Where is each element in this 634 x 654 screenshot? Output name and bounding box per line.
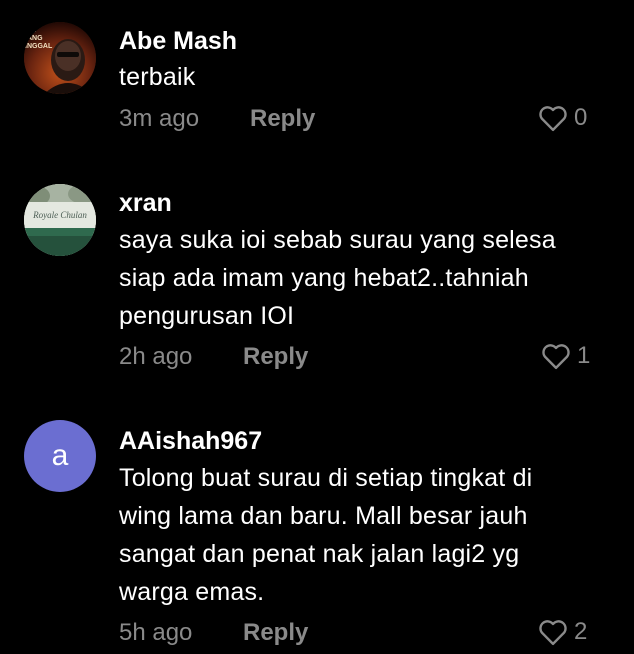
like-count: 0: [574, 104, 588, 131]
avatar[interactable]: a: [24, 420, 96, 492]
avatar-text: YA: [27, 27, 36, 34]
comment-line: saya suka ioi sebab surau yang selesa: [119, 226, 556, 254]
comment-time: 2h ago: [119, 343, 193, 370]
like-button[interactable]: 2: [538, 618, 587, 646]
reply-button[interactable]: Reply: [243, 619, 308, 647]
comment-line: terbaik: [119, 63, 196, 91]
like-count: 1: [577, 342, 591, 369]
username[interactable]: xran: [119, 189, 172, 218]
username[interactable]: AAishah967: [119, 427, 262, 456]
comment-line: Tolong buat surau di setiap tingkat di: [119, 464, 533, 492]
heart-outline-icon: [539, 106, 567, 132]
avatar-image: YA ANG INGGAL: [24, 22, 96, 94]
avatar-text: ANG: [27, 35, 43, 42]
comment-text: terbaik: [119, 58, 589, 96]
like-button[interactable]: 0: [538, 104, 587, 132]
comment-line: pengurusan IOI: [119, 302, 295, 330]
comment-time: 5h ago: [119, 619, 193, 646]
comment-line: warga emas.: [119, 578, 265, 606]
avatar-text: Royale Chulan: [32, 210, 87, 220]
heart-outline-icon: [542, 344, 570, 370]
username[interactable]: Abe Mash: [119, 27, 237, 56]
avatar-text: INGGAL: [25, 43, 53, 50]
reply-button[interactable]: Reply: [243, 343, 308, 371]
reply-button[interactable]: Reply: [250, 105, 315, 133]
avatar[interactable]: Royale Chulan: [24, 184, 96, 256]
like-count: 2: [574, 618, 588, 645]
heart-outline-icon: [539, 620, 567, 646]
like-button[interactable]: 1: [541, 342, 590, 370]
avatar-letter: a: [51, 439, 69, 472]
comment-text: Tolong buat surau di setiap tingkat di w…: [119, 459, 589, 611]
comment-time: 3m ago: [119, 105, 200, 132]
comment-line: wing lama dan baru. Mall besar jauh: [119, 502, 528, 530]
comment-line: siap ada imam yang hebat2..tahniah: [119, 264, 529, 292]
avatar-image: Royale Chulan: [24, 184, 96, 256]
comment-text: saya suka ioi sebab surau yang selesa si…: [119, 221, 589, 335]
avatar[interactable]: YA ANG INGGAL: [24, 22, 96, 94]
comment-line: sangat dan penat nak jalan lagi2 yg: [119, 540, 520, 568]
